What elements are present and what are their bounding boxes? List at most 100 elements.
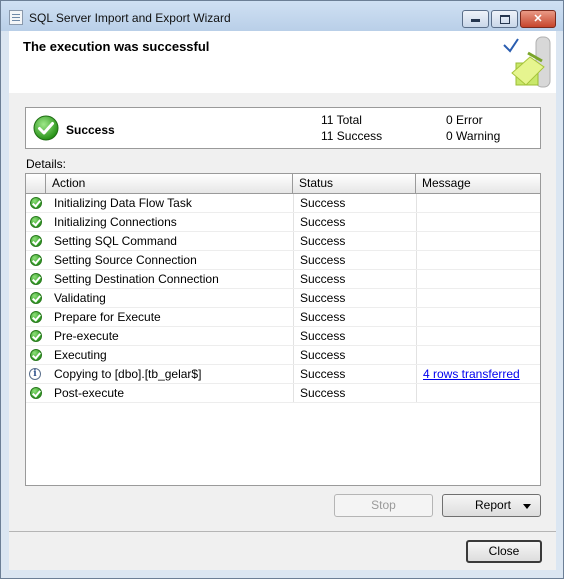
table-row[interactable]: Setting Source Connection Success	[26, 251, 540, 270]
row-action: Setting Destination Connection	[54, 272, 219, 286]
grid-header: Action Status Message	[26, 174, 540, 194]
total-count: 11 Total	[321, 113, 362, 127]
row-status-icon-cell	[26, 308, 46, 327]
row-status-icon-cell	[26, 346, 46, 365]
row-action: Executing	[54, 348, 107, 362]
row-status-icon-cell	[26, 213, 46, 232]
success-icon	[30, 387, 42, 399]
table-row[interactable]: Initializing Data Flow Task Success	[26, 194, 540, 213]
report-button[interactable]: Report	[442, 494, 541, 517]
success-icon	[30, 292, 42, 304]
column-header-icon[interactable]	[26, 174, 46, 193]
row-status: Success	[300, 386, 346, 400]
row-action: Initializing Data Flow Task	[54, 196, 192, 210]
success-icon	[30, 273, 42, 285]
close-icon: ✕	[533, 13, 543, 25]
row-status: Success	[300, 196, 346, 210]
page-title: The execution was successful	[23, 39, 210, 54]
close-window-button[interactable]: ✕	[520, 10, 556, 28]
table-row[interactable]: Post-execute Success	[26, 384, 540, 403]
row-message: 4 rows transferred	[423, 365, 540, 384]
success-icon	[30, 254, 42, 266]
row-message	[423, 213, 540, 232]
minimize-icon	[471, 19, 480, 22]
row-status: Success	[300, 348, 346, 362]
row-status: Success	[300, 234, 346, 248]
success-icon	[30, 311, 42, 323]
row-action: Initializing Connections	[54, 215, 177, 229]
row-action: Post-execute	[54, 386, 125, 400]
column-header-action[interactable]: Action	[46, 174, 293, 193]
info-icon: i	[29, 368, 41, 380]
grid-rows: Initializing Data Flow Task Success Initia…	[26, 194, 540, 403]
rows-transferred-link[interactable]: 4 rows transferred	[423, 367, 520, 381]
content-area: Success 11 Total 11 Success 0 Error 0 Wa…	[9, 93, 556, 531]
wizard-graphic-icon	[503, 36, 551, 88]
details-grid[interactable]: Action Status Message Initializing Data …	[25, 173, 541, 486]
success-icon	[30, 330, 42, 342]
window-title: SQL Server Import and Export Wizard	[29, 11, 231, 25]
row-status: Success	[300, 310, 346, 324]
row-message	[423, 251, 540, 270]
title-bar: SQL Server Import and Export Wizard ✕	[1, 1, 563, 31]
row-status: Success	[300, 329, 346, 343]
row-action: Pre-execute	[54, 329, 119, 343]
row-message	[423, 384, 540, 403]
row-message	[423, 194, 540, 213]
row-status-icon-cell	[26, 270, 46, 289]
wizard-window: SQL Server Import and Export Wizard ✕ Th…	[0, 0, 564, 579]
wizard-header: The execution was successful	[9, 31, 556, 94]
row-action: Setting SQL Command	[54, 234, 177, 248]
row-status: Success	[300, 291, 346, 305]
success-icon	[30, 197, 42, 209]
success-count: 11 Success	[321, 129, 383, 143]
minimize-button[interactable]	[462, 10, 489, 28]
row-message	[423, 270, 540, 289]
row-status-icon-cell	[26, 327, 46, 346]
table-row[interactable]: Prepare for Execute Success	[26, 308, 540, 327]
row-action: Setting Source Connection	[54, 253, 197, 267]
dropdown-arrow-icon	[523, 504, 531, 509]
column-header-status[interactable]: Status	[293, 174, 416, 193]
row-status-icon-cell	[26, 289, 46, 308]
table-row[interactable]: Setting SQL Command Success	[26, 232, 540, 251]
success-large-icon	[33, 115, 59, 141]
success-icon	[30, 349, 42, 361]
stop-button[interactable]: Stop	[334, 494, 433, 517]
row-action: Copying to [dbo].[tb_gelar$]	[54, 367, 202, 381]
summary-status: Success	[66, 123, 115, 137]
success-icon	[30, 216, 42, 228]
app-icon	[9, 10, 23, 25]
summary-panel: Success 11 Total 11 Success 0 Error 0 Wa…	[25, 107, 541, 149]
column-header-message[interactable]: Message	[416, 174, 540, 193]
report-button-label: Report	[475, 498, 512, 512]
row-action: Prepare for Execute	[54, 310, 161, 324]
row-status-icon-cell	[26, 232, 46, 251]
row-status-icon-cell	[26, 194, 46, 213]
row-status: Success	[300, 367, 346, 381]
table-row[interactable]: Initializing Connections Success	[26, 213, 540, 232]
maximize-button[interactable]	[491, 10, 518, 28]
row-status-icon-cell	[26, 251, 46, 270]
row-message	[423, 327, 540, 346]
row-status-icon-cell: i	[26, 365, 46, 384]
row-message	[423, 232, 540, 251]
close-button[interactable]: Close	[466, 540, 542, 563]
details-label: Details:	[26, 157, 67, 171]
error-count: 0 Error	[446, 113, 483, 127]
row-action: Validating	[54, 291, 106, 305]
warning-count: 0 Warning	[446, 129, 501, 143]
table-row[interactable]: Setting Destination Connection Success	[26, 270, 540, 289]
table-row[interactable]: Validating Success	[26, 289, 540, 308]
row-message	[423, 346, 540, 365]
table-row[interactable]: i Copying to [dbo].[tb_gelar$] Success 4 ro…	[26, 365, 540, 384]
maximize-icon	[499, 15, 510, 24]
row-status: Success	[300, 272, 346, 286]
footer: Close	[9, 532, 556, 570]
table-row[interactable]: Executing Success	[26, 346, 540, 365]
row-status: Success	[300, 215, 346, 229]
row-message	[423, 289, 540, 308]
row-message	[423, 308, 540, 327]
row-status-icon-cell	[26, 384, 46, 403]
table-row[interactable]: Pre-execute Success	[26, 327, 540, 346]
